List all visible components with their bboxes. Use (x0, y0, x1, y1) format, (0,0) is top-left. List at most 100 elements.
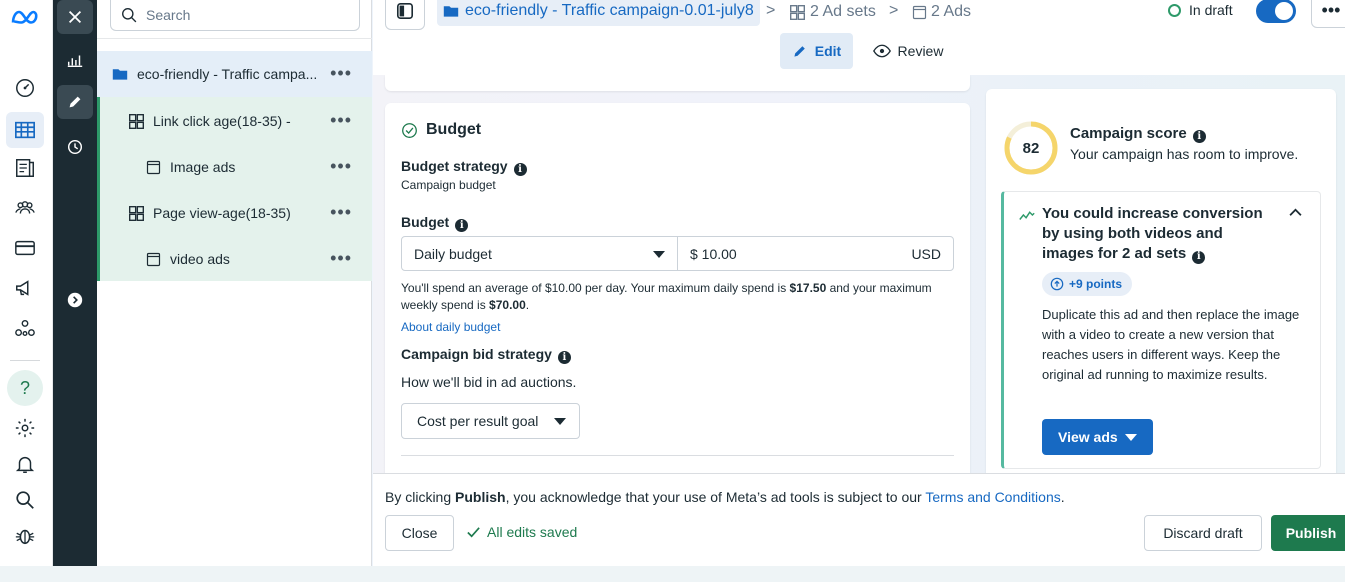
publish-button[interactable]: Publish (1271, 515, 1345, 551)
tree-item-ad[interactable]: Image ads ••• (97, 144, 372, 190)
search-placeholder: Search (146, 7, 191, 23)
accounts-network-icon[interactable] (6, 310, 44, 346)
breadcrumb-ads-label: 2 Ads (931, 3, 972, 20)
breadcrumb-adsets-label: 2 Ad sets (810, 3, 876, 20)
audiences-icon[interactable] (6, 190, 44, 226)
terms-link[interactable]: Terms and Conditions (925, 489, 1060, 505)
tree-item-campaign[interactable]: eco-friendly - Traffic campa... ••• (97, 51, 372, 97)
info-icon[interactable]: i (557, 351, 571, 364)
tab-edit-label: Edit (814, 43, 842, 59)
reports-icon[interactable] (57, 43, 93, 77)
campaign-megaphone-icon[interactable] (6, 270, 44, 306)
notifications-icon[interactable] (6, 446, 44, 482)
pages-icon[interactable] (6, 150, 44, 186)
folder-icon (443, 6, 459, 17)
close-button[interactable]: Close (385, 515, 454, 551)
ad-icon (144, 158, 162, 176)
info-icon[interactable]: i (1192, 250, 1206, 264)
close-icon[interactable] (57, 0, 93, 34)
currency-label: USD (911, 246, 941, 262)
budget-heading: Budget (401, 121, 481, 139)
tab-review-label: Review (897, 43, 944, 59)
budget-type-dropdown[interactable]: Daily budget (401, 236, 678, 271)
breadcrumb-ads[interactable]: 2 Ads (912, 0, 971, 24)
spend-note: You'll spend an average of $10.00 per da… (401, 280, 946, 314)
billing-icon[interactable] (6, 230, 44, 266)
view-ads-button[interactable]: View ads (1042, 419, 1153, 455)
bid-strategy-description: How we'll bid in ad auctions. (401, 374, 577, 390)
tree-item-label: Link click age(18-35) - (153, 113, 291, 129)
previous-section-card (385, 75, 970, 91)
search-icon[interactable] (6, 482, 44, 518)
bid-strategy-label-text: Campaign bid strategy (401, 346, 552, 362)
expand-icon[interactable] (57, 283, 93, 317)
folder-icon (111, 65, 129, 83)
discard-draft-button[interactable]: Discard draft (1144, 515, 1262, 551)
save-status: All edits saved (466, 524, 577, 540)
score-value: 82 (1022, 139, 1040, 157)
score-title-text: Campaign score (1070, 125, 1187, 142)
recommendation-card: You could increase conversion by using b… (1001, 191, 1321, 469)
breadcrumb-separator: > (889, 2, 899, 19)
score-title: Campaign score i (1070, 125, 1206, 143)
terms-text: , you acknowledge that your use of Meta’… (505, 489, 926, 505)
more-options-icon[interactable]: ••• (330, 203, 352, 221)
tab-review[interactable]: Review (865, 33, 951, 69)
more-options-icon[interactable]: ••• (330, 111, 352, 129)
pencil-icon (794, 46, 805, 57)
points-label: +9 points (1069, 277, 1123, 291)
search-input[interactable]: Search (110, 0, 360, 31)
history-icon[interactable] (57, 130, 93, 164)
tree-item-adset[interactable]: Page view-age(18-35) ••• (97, 190, 372, 236)
points-badge: +9 points (1042, 272, 1133, 296)
ad-icon (144, 250, 162, 268)
info-icon[interactable]: i (513, 163, 527, 176)
dashboard-icon[interactable] (6, 70, 44, 106)
editor-header: eco-friendly - Traffic campaign-0.01-jul… (373, 0, 1345, 75)
view-ads-label: View ads (1058, 429, 1118, 445)
draft-status-icon (1168, 3, 1181, 17)
draft-status: In draft (1168, 2, 1233, 18)
info-icon[interactable]: i (1192, 130, 1206, 143)
check-icon (467, 526, 480, 537)
tree-item-ad[interactable]: video ads ••• (97, 236, 372, 282)
edit-icon[interactable] (57, 85, 93, 119)
breadcrumb-campaign-label: eco-friendly - Traffic campaign-0.01-jul… (465, 2, 754, 19)
tree-item-label: Page view-age(18-35) (153, 205, 291, 221)
chevron-up-icon[interactable] (1289, 208, 1302, 217)
campaign-on-off-toggle[interactable] (1256, 0, 1296, 23)
budget-section: Budget Budget strategy i Campaign budget … (385, 103, 970, 473)
bid-strategy-dropdown[interactable]: Cost per result goal (401, 403, 580, 439)
ad-icon (912, 5, 927, 19)
more-options-button[interactable]: ••• (1311, 0, 1345, 28)
ads-manager-icon[interactable] (6, 112, 44, 148)
breadcrumb-adsets[interactable]: 2 Ad sets (789, 0, 876, 24)
meta-logo-icon[interactable] (6, 0, 44, 36)
tree-item-adset[interactable]: Link click age(18-35) - ••• (97, 98, 372, 144)
settings-icon[interactable] (6, 410, 44, 446)
breadcrumb-campaign[interactable]: eco-friendly - Traffic campaign-0.01-jul… (437, 0, 760, 26)
terms-publish-word: Publish (455, 489, 506, 505)
bug-report-icon[interactable] (6, 518, 44, 554)
sidebar-toggle-icon[interactable] (385, 0, 425, 30)
more-options-icon[interactable]: ••• (330, 249, 352, 267)
terms-notice: By clicking Publish, you acknowledge tha… (385, 489, 1065, 505)
info-icon[interactable]: i (455, 219, 469, 232)
help-icon[interactable]: ? (7, 370, 43, 406)
tab-edit[interactable]: Edit (780, 33, 853, 69)
more-options-icon[interactable]: ••• (330, 157, 352, 175)
terms-text: . (1060, 489, 1065, 505)
adset-grid-icon (127, 112, 145, 130)
tree-item-label: Image ads (170, 159, 236, 175)
editor-footer: By clicking Publish, you acknowledge tha… (373, 473, 1345, 566)
more-options-icon[interactable]: ••• (330, 64, 352, 82)
budget-amount-input[interactable]: $ 10.00 USD (677, 236, 954, 271)
spend-note-text: . (525, 298, 530, 312)
bid-strategy-label: Campaign bid strategy i (401, 346, 571, 364)
about-daily-budget-link[interactable]: About daily budget (401, 320, 500, 334)
search-icon (122, 7, 137, 22)
divider (401, 455, 954, 456)
budget-strategy-label-text: Budget strategy (401, 158, 508, 174)
budget-strategy-value: Campaign budget (401, 178, 496, 192)
adset-grid-icon (790, 4, 805, 20)
